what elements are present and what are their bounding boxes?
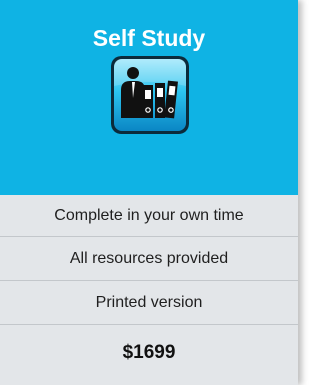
plan-price: $1699 — [122, 342, 176, 363]
plan-title: Self Study — [92, 25, 206, 51]
feature-item: Complete in your own time — [0, 195, 298, 237]
feature-item: Printed version — [0, 281, 298, 325]
feature-item: All resources provided — [0, 237, 298, 281]
pricing-card-header: Self Study — [0, 0, 298, 195]
pricing-card: Self Study Complete in your own time All… — [0, 0, 298, 385]
person-with-binders-icon — [111, 56, 189, 134]
